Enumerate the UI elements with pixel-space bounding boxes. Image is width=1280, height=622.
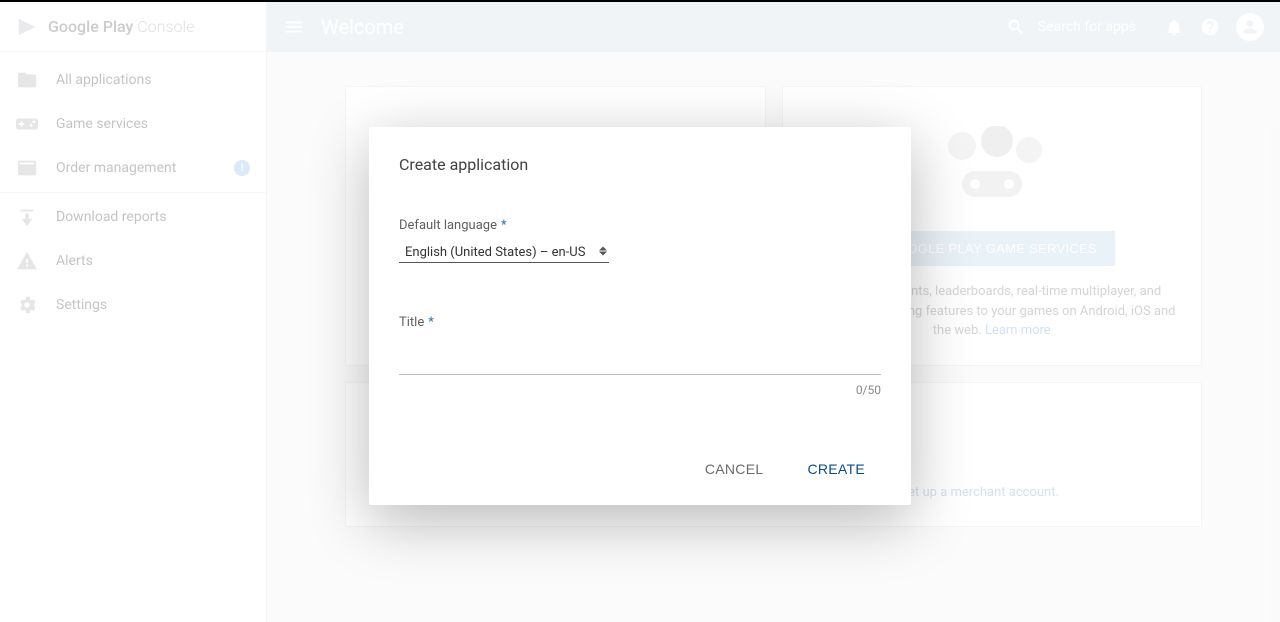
label-text: Default language: [399, 218, 497, 233]
select-value: English (United States) – en-US: [405, 245, 585, 260]
default-language-label: Default language *: [399, 218, 507, 233]
title-input[interactable]: [399, 350, 881, 375]
title-field: Title * 0/50: [399, 311, 881, 397]
title-label: Title *: [399, 315, 434, 330]
create-application-modal: Create application Default language * Eng…: [369, 127, 911, 505]
modal-actions: CANCEL CREATE: [399, 453, 881, 485]
default-language-field: Default language * English (United States…: [399, 214, 881, 263]
modal-title: Create application: [399, 155, 881, 174]
create-button[interactable]: CREATE: [797, 453, 875, 485]
label-text: Title: [399, 315, 424, 330]
char-count: 0/50: [399, 383, 881, 397]
required-mark: *: [501, 218, 507, 233]
cancel-button[interactable]: CANCEL: [695, 453, 774, 485]
default-language-select[interactable]: English (United States) – en-US: [399, 239, 609, 263]
sort-caret-icon: [599, 246, 607, 255]
required-mark: *: [428, 315, 434, 330]
